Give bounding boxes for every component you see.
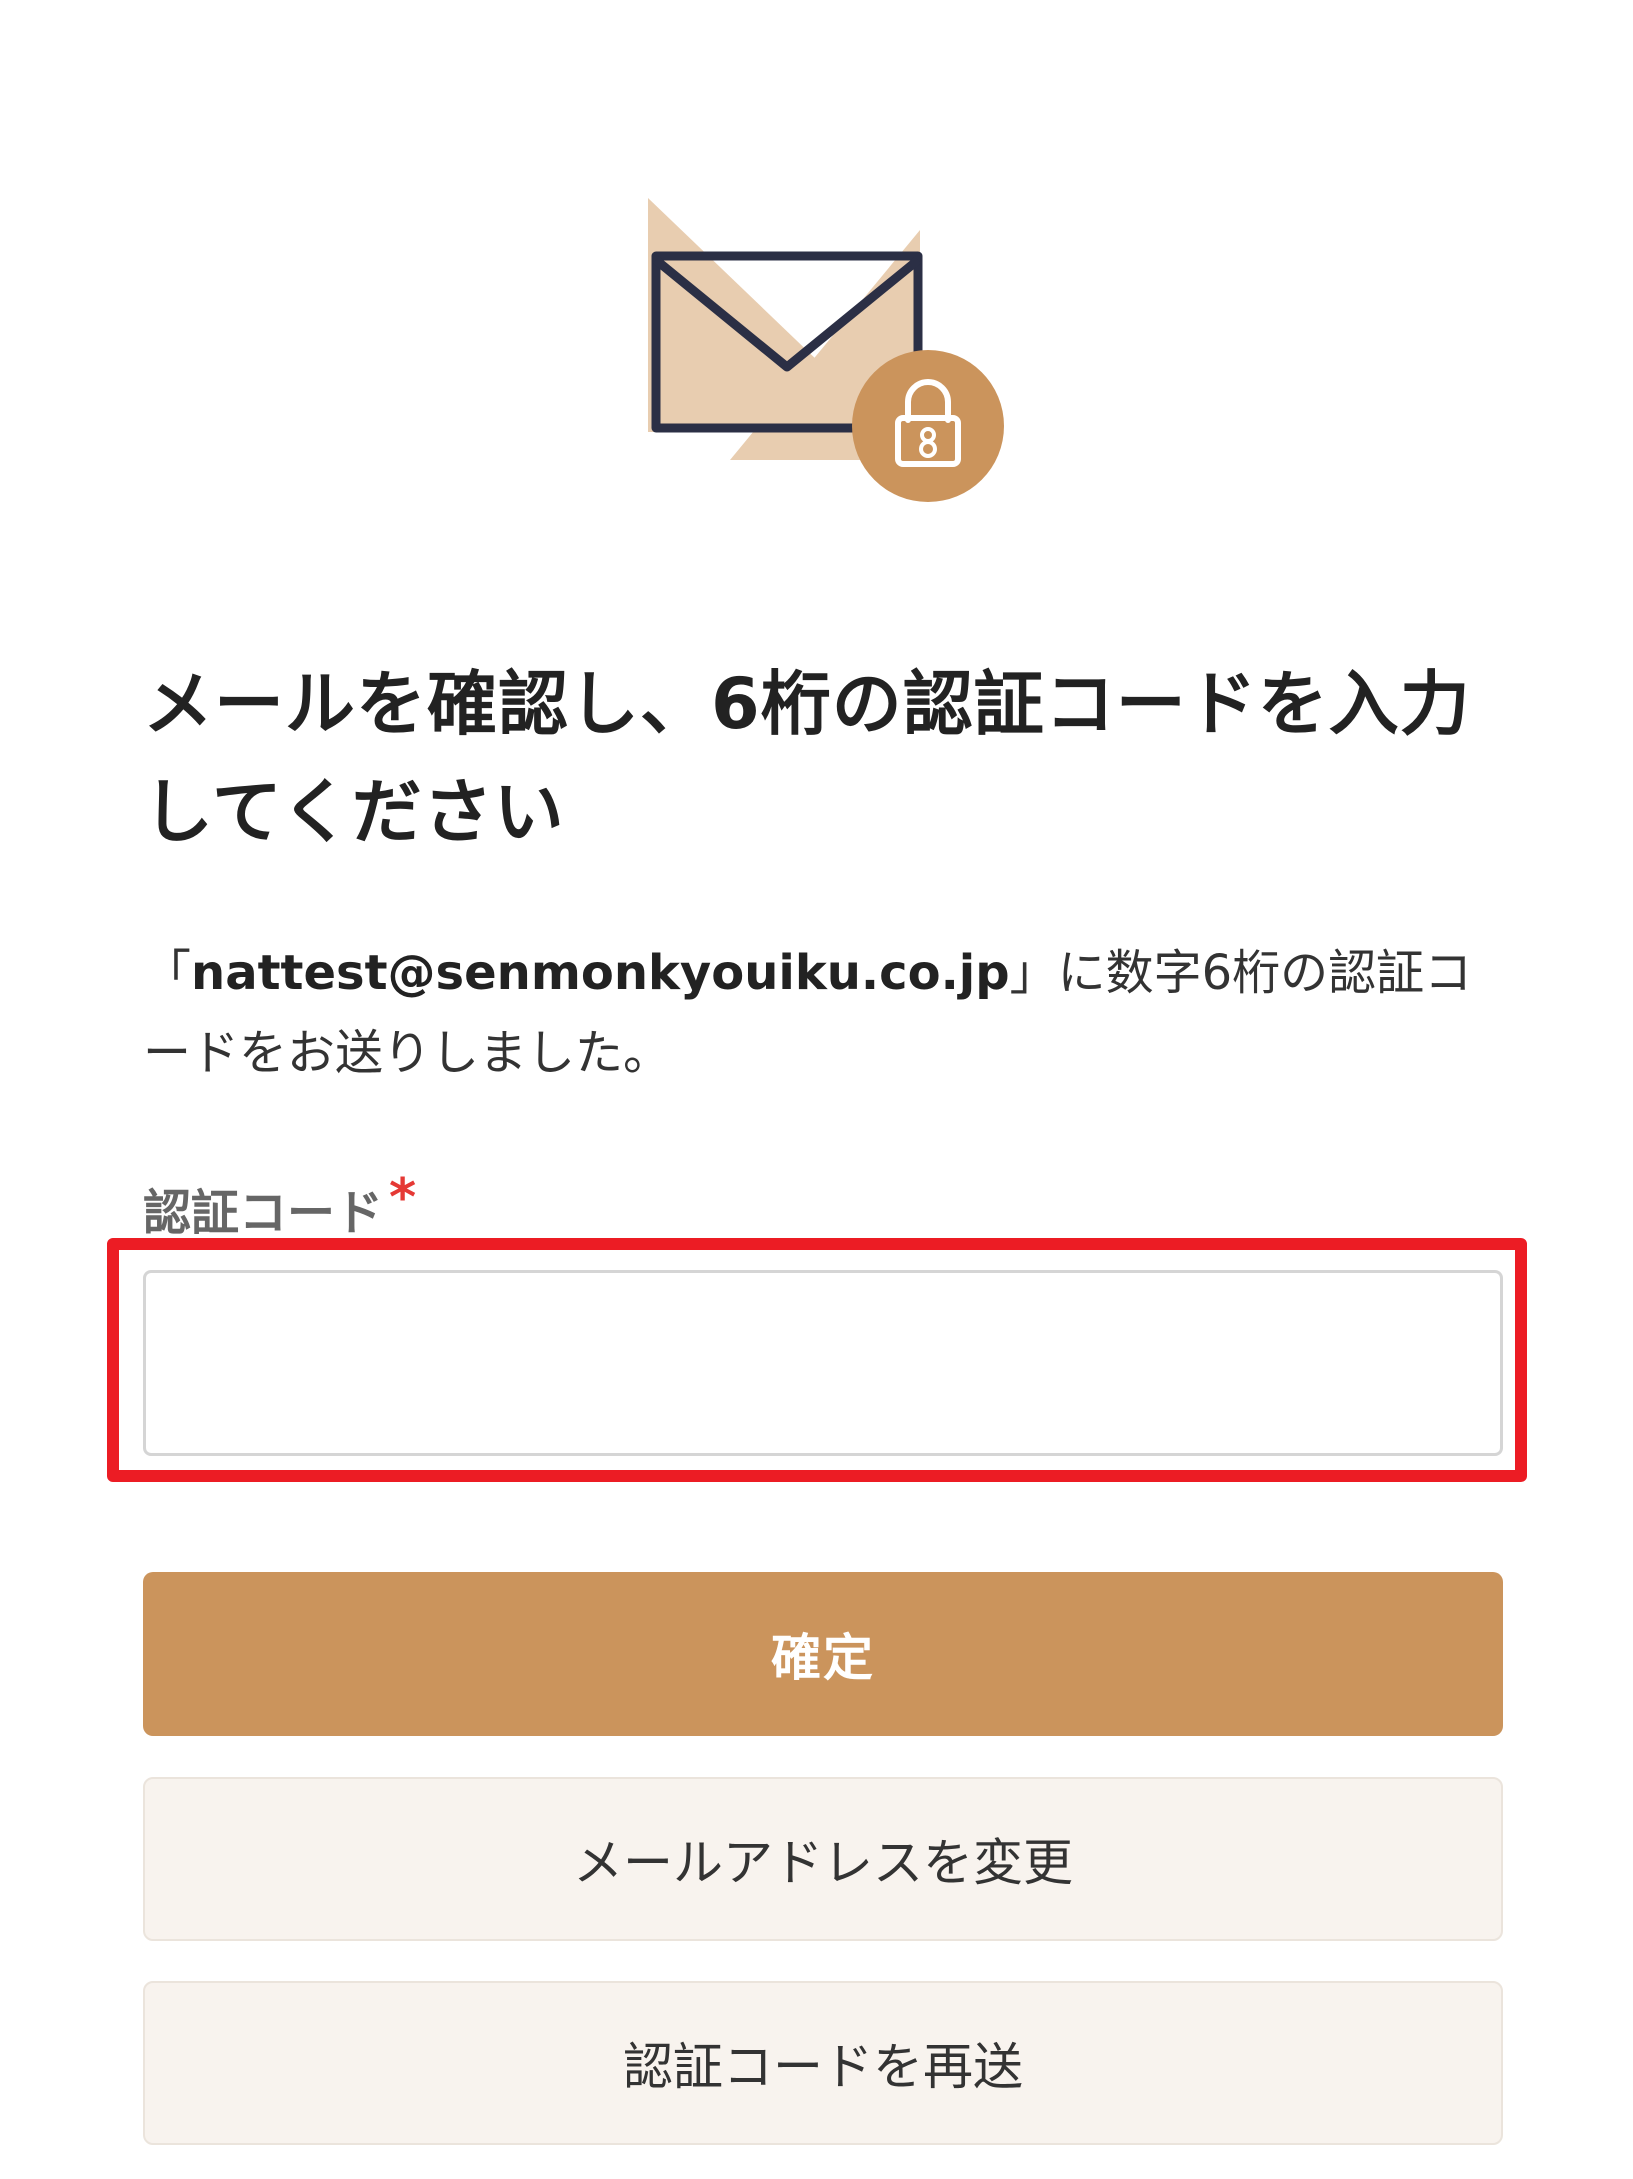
required-mark: *	[389, 1168, 417, 1228]
confirm-button[interactable]: 確定	[143, 1572, 1503, 1736]
email-verification-illustration	[640, 190, 1020, 520]
resend-code-button[interactable]: 認証コードを再送	[143, 1981, 1503, 2145]
lock-badge	[852, 350, 1004, 502]
description-prefix: 「	[143, 945, 192, 1001]
lock-icon	[852, 350, 1004, 502]
code-field-label: 認証コード *	[143, 1168, 416, 1245]
email-address: nattest@senmonkyouiku.co.jp	[191, 945, 1010, 1001]
code-label-text: 認証コード	[143, 1185, 384, 1241]
envelope-icon	[648, 198, 1004, 502]
change-email-button[interactable]: メールアドレスを変更	[143, 1777, 1503, 1941]
verification-code-input[interactable]	[143, 1270, 1503, 1456]
page-title: メールを確認し、6桁の認証コードを入力してください	[143, 663, 1471, 853]
verification-description: 「nattest@senmonkyouiku.co.jp」に数字6桁の認証コード…	[143, 933, 1503, 1093]
